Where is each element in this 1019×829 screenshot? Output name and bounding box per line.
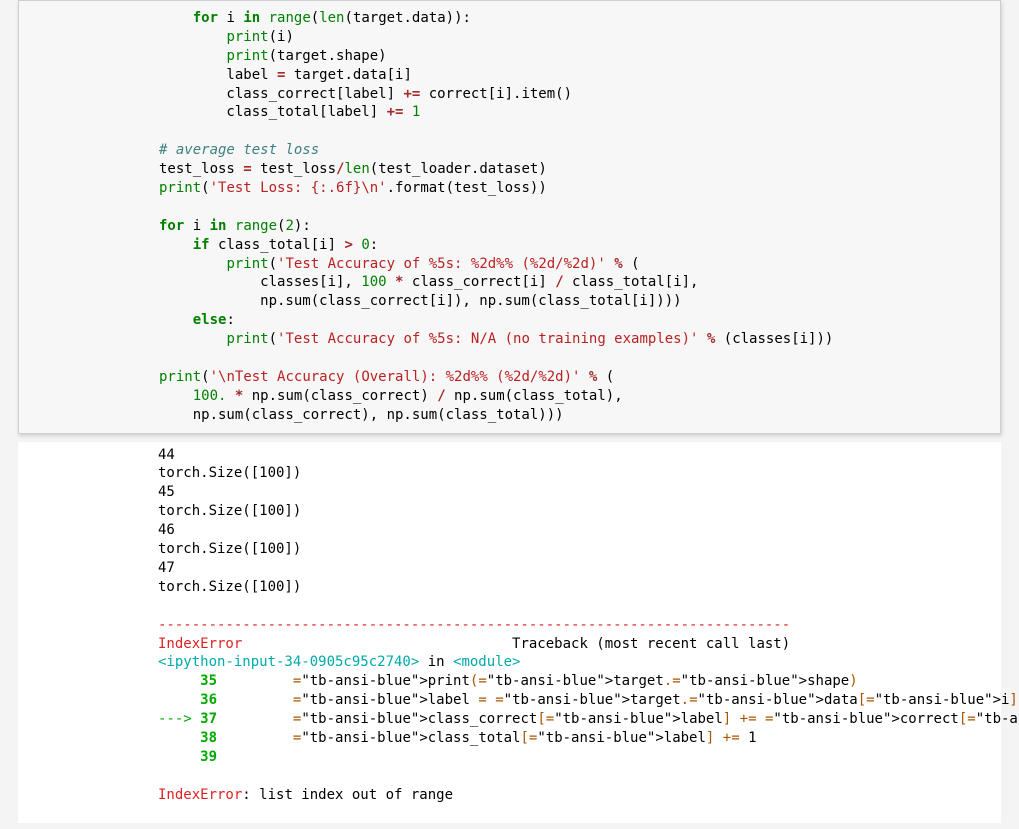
output-cell: 44 torch.Size([100]) 45 torch.Size([100]…	[18, 442, 1001, 823]
traceback-divider: ----------------------------------------…	[158, 617, 790, 633]
traceback-module: <module>	[453, 654, 520, 670]
final-error-message: list index out of range	[259, 787, 453, 803]
output-line: 47	[158, 560, 175, 576]
final-error-name: IndexError	[158, 787, 242, 803]
output-line: torch.Size([100])	[158, 503, 301, 519]
code-cell: for i in range(len(target.data)): print(…	[18, 0, 1001, 434]
output-line: 45	[158, 484, 175, 500]
error-name: IndexError	[158, 636, 242, 652]
traceback-in: in	[419, 654, 453, 670]
input-prompt-gutter	[19, 1, 159, 433]
final-error-sep: :	[242, 787, 259, 803]
code-area[interactable]: for i in range(len(target.data)): print(…	[159, 1, 1000, 433]
output-line: torch.Size([100])	[158, 579, 301, 595]
output-prompt-gutter	[18, 442, 158, 823]
traceback-body: 35 ="tb-ansi-blue">print(="tb-ansi-blue"…	[158, 673, 1019, 765]
output-line: 46	[158, 522, 175, 538]
traceback-label: Traceback (most recent call last)	[512, 636, 790, 652]
output-line: 44	[158, 447, 175, 463]
traceback-file: <ipython-input-34-0905c95c2740>	[158, 654, 419, 670]
tb-spacing	[242, 636, 512, 652]
notebook-container: for i in range(len(target.data)): print(…	[0, 0, 1019, 829]
output-line: torch.Size([100])	[158, 465, 301, 481]
output-line: torch.Size([100])	[158, 541, 301, 557]
output-area: 44 torch.Size([100]) 45 torch.Size([100]…	[158, 442, 1019, 823]
